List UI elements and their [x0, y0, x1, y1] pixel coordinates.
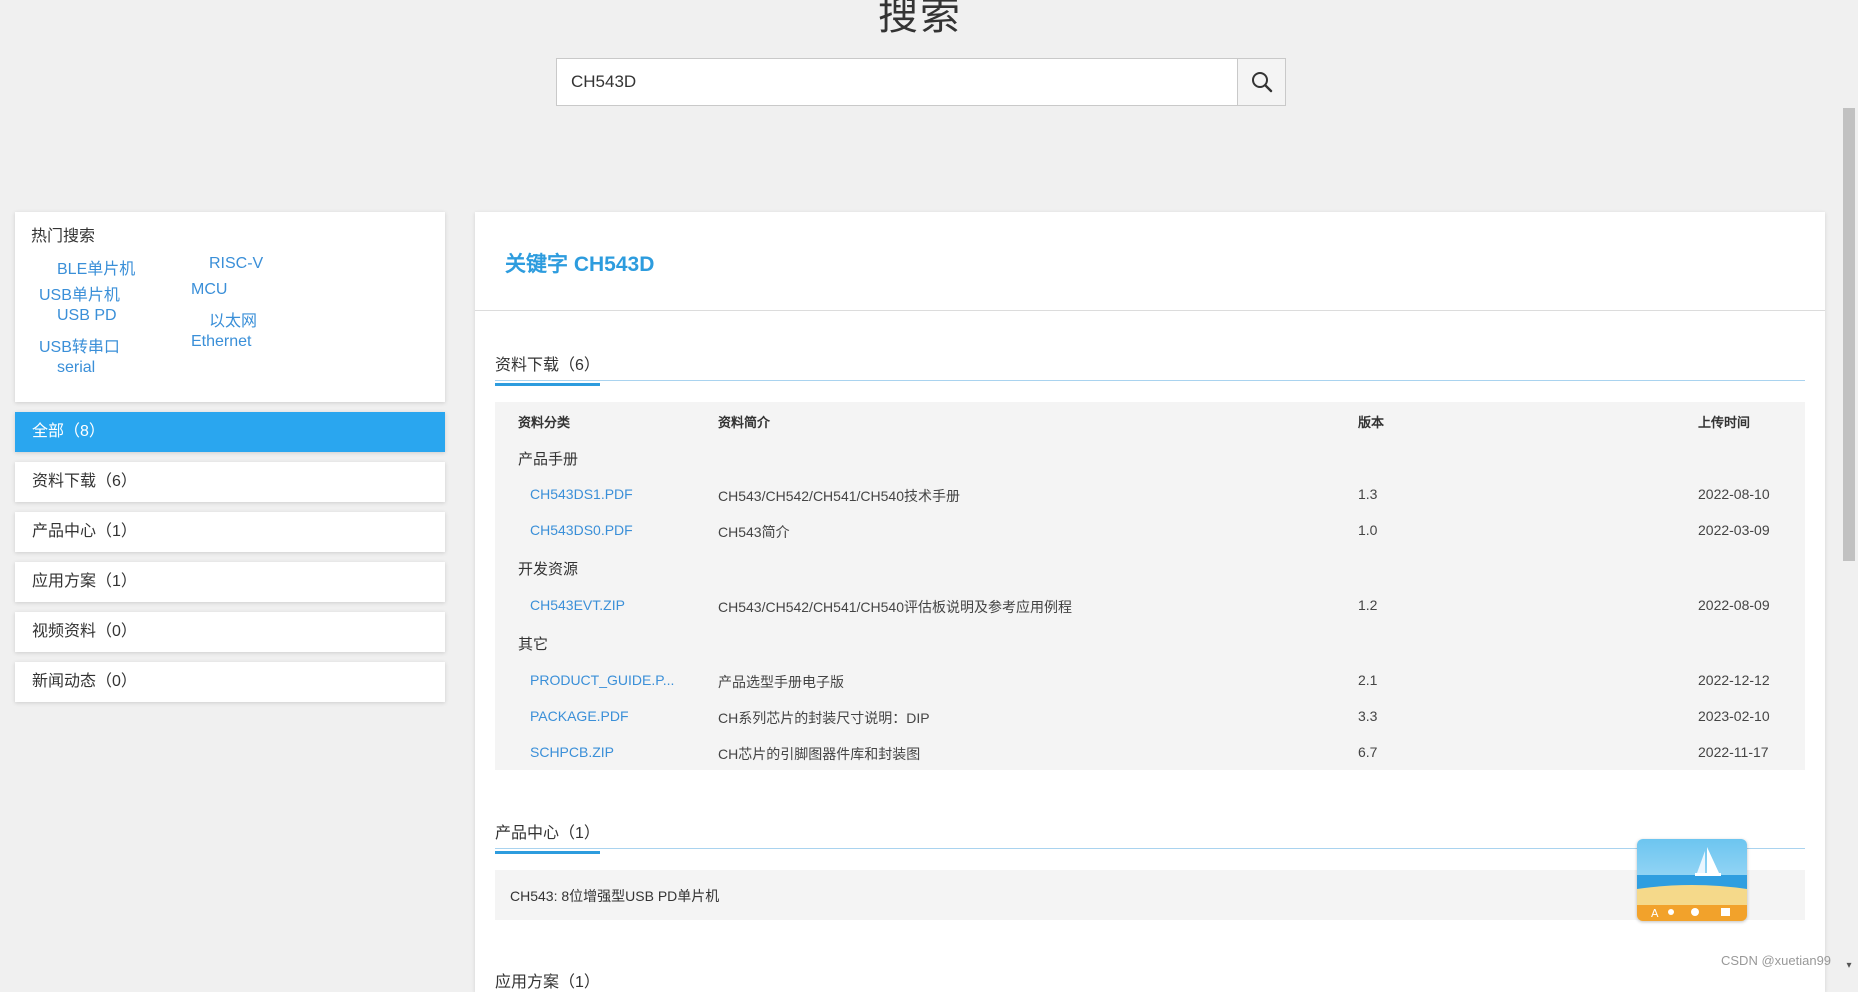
file-description: CH543/CH542/CH541/CH540技术手册 [718, 488, 960, 504]
file-link[interactable]: CH543DS0.PDF [530, 522, 633, 538]
file-date: 2023-02-10 [1698, 708, 1770, 724]
file-description: CH543/CH542/CH541/CH540评估板说明及参考应用例程 [718, 599, 1072, 615]
file-link[interactable]: CH543EVT.ZIP [530, 597, 625, 613]
search-box [556, 58, 1286, 106]
group-label: 开发资源 [518, 561, 579, 578]
hot-link-ble[interactable]: BLE单片机 [57, 255, 135, 279]
search-icon [1251, 72, 1272, 93]
file-link[interactable]: PRODUCT_GUIDE.P... [530, 672, 674, 688]
section-divider [495, 848, 1805, 849]
file-version: 1.0 [1358, 522, 1378, 538]
hot-search-title: 热门搜索 [31, 228, 96, 245]
file-link[interactable]: CH543DS1.PDF [530, 486, 633, 502]
hot-link-riscv[interactable]: RISC-V [209, 255, 263, 273]
downloads-table: 资料分类 资料简介 版本 上传时间 产品手册 CH543DS1.PDF CH54… [495, 402, 1805, 770]
column-header-upload-date: 上传时间 [1698, 415, 1751, 430]
hot-search-panel: 热门搜索 BLE单片机 RISC-V USB单片机 MCU USB PD 以太网… [15, 212, 445, 402]
watermark: CSDN @xuetian99 [1721, 953, 1832, 968]
file-date: 2022-11-17 [1698, 744, 1769, 760]
beach-illustration-icon: A [1637, 839, 1747, 921]
search-input[interactable] [556, 58, 1237, 106]
category-downloads[interactable]: 资料下载（6） [15, 462, 445, 502]
file-version: 2.1 [1358, 672, 1378, 688]
file-description: 产品选型手册电子版 [718, 674, 844, 690]
group-label: 其它 [518, 636, 549, 653]
file-version: 6.7 [1358, 744, 1378, 760]
file-date: 2022-12-12 [1698, 672, 1770, 688]
hot-link-ethernet-cn[interactable]: 以太网 [209, 307, 257, 331]
column-header-category: 资料分类 [518, 415, 571, 430]
scrollbar-thumb[interactable] [1843, 108, 1855, 561]
hot-link-usb-mcu[interactable]: USB单片机 [39, 281, 120, 305]
product-link[interactable]: CH543: 8位增强型USB PD单片机 [510, 886, 719, 906]
category-news[interactable]: 新闻动态（0） [15, 662, 445, 702]
file-link[interactable]: PACKAGE.PDF [530, 708, 629, 724]
group-label: 产品手册 [518, 451, 579, 468]
product-result: CH543: 8位增强型USB PD单片机 [495, 870, 1805, 920]
page-title: 搜索 [878, 0, 962, 38]
svg-text:A: A [1651, 907, 1659, 920]
divider [475, 310, 1825, 311]
file-date: 2022-08-10 [1698, 486, 1770, 502]
hot-link-usb-pd[interactable]: USB PD [57, 307, 117, 325]
hot-link-mcu[interactable]: MCU [191, 281, 227, 299]
file-date: 2022-03-09 [1698, 522, 1770, 538]
search-button[interactable] [1237, 58, 1286, 106]
file-version: 1.2 [1358, 597, 1378, 613]
section-divider [495, 380, 1805, 381]
file-link[interactable]: SCHPCB.ZIP [530, 744, 614, 760]
file-version: 1.3 [1358, 486, 1378, 502]
category-products[interactable]: 产品中心（1） [15, 512, 445, 552]
hot-link-serial[interactable]: serial [57, 359, 95, 377]
hot-link-usb-serial[interactable]: USB转串口 [39, 333, 120, 357]
file-description: CH543简介 [718, 524, 790, 540]
column-header-version: 版本 [1358, 415, 1385, 430]
category-solutions[interactable]: 应用方案（1） [15, 562, 445, 602]
file-description: CH系列芯片的封装尺寸说明：DIP [718, 710, 930, 726]
hot-link-ethernet[interactable]: Ethernet [191, 333, 251, 351]
scroll-down-arrow-icon[interactable]: ▾ [1843, 960, 1855, 972]
file-version: 3.3 [1358, 708, 1378, 724]
file-date: 2022-08-09 [1698, 597, 1770, 613]
column-header-description: 资料简介 [718, 415, 771, 430]
category-videos[interactable]: 视频资料（0） [15, 612, 445, 652]
tab-solutions[interactable]: 应用方案（1） [495, 968, 600, 992]
floating-widget[interactable]: A [1637, 839, 1747, 921]
keyword-title: 关键字 CH543D [505, 253, 655, 276]
category-all[interactable]: 全部（8） [15, 412, 445, 452]
results-panel: 关键字 CH543D 资料下载（6） 资料分类 资料简介 版本 上传时间 产品手… [475, 212, 1825, 992]
file-description: CH芯片的引脚图器件库和封装图 [718, 746, 921, 762]
